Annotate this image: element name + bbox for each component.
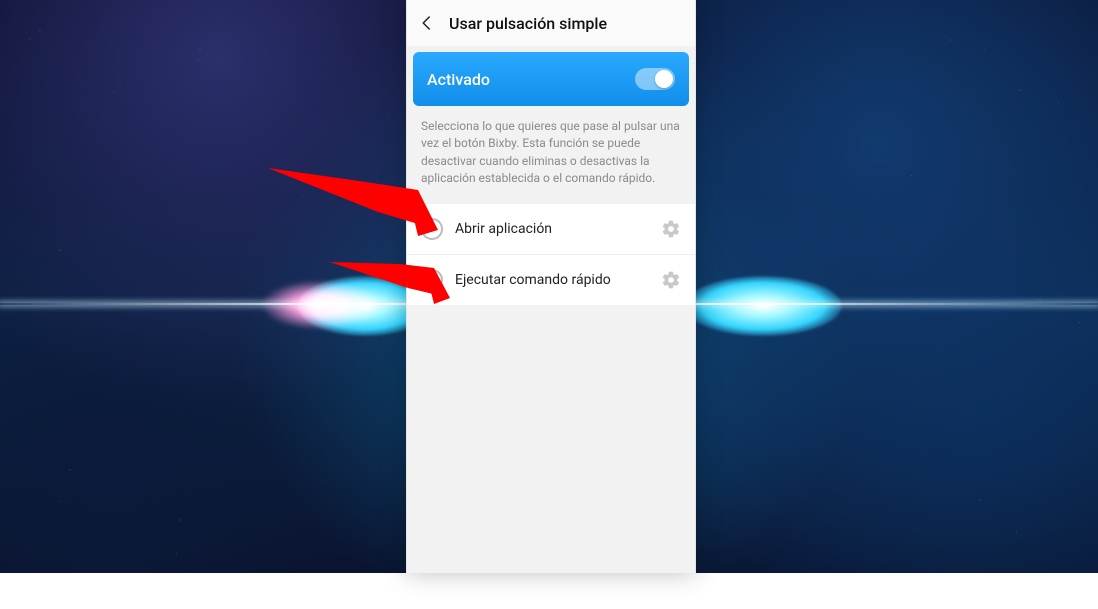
background-glow-pink (260, 280, 380, 330)
master-toggle-switch[interactable] (635, 68, 675, 90)
title-bar: Usar pulsación simple (407, 0, 695, 46)
option-label: Abrir aplicación (455, 221, 649, 237)
option-label: Ejecutar comando rápido (455, 272, 649, 288)
back-icon[interactable] (417, 13, 437, 33)
background-glow-right (684, 276, 842, 336)
description-text: Selecciona lo que quieres que pase al pu… (407, 106, 695, 204)
option-open-app[interactable]: Abrir aplicación (407, 204, 695, 255)
radio-icon[interactable] (421, 269, 443, 291)
option-list: Abrir aplicación Ejecutar comando rápido (407, 204, 695, 305)
master-toggle-card[interactable]: Activado (413, 52, 689, 106)
radio-icon[interactable] (421, 218, 443, 240)
settings-panel: Usar pulsación simple Activado Seleccion… (406, 0, 696, 573)
gear-icon[interactable] (661, 270, 681, 290)
option-run-quick-command[interactable]: Ejecutar comando rápido (407, 255, 695, 305)
gear-icon[interactable] (661, 219, 681, 239)
page-title: Usar pulsación simple (449, 14, 607, 33)
master-toggle-label: Activado (427, 70, 490, 89)
